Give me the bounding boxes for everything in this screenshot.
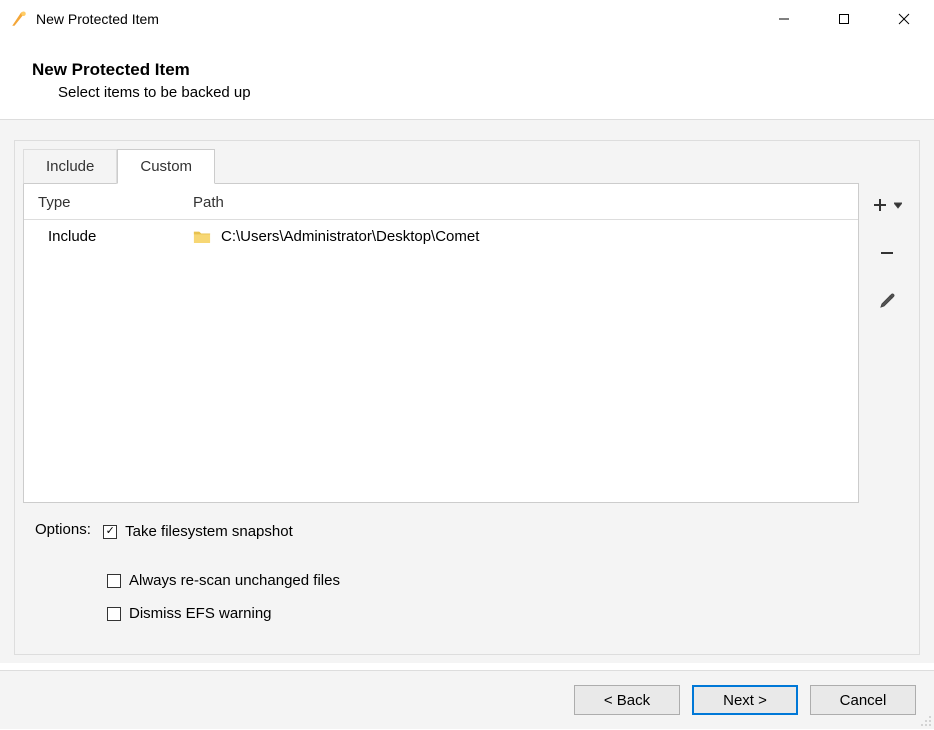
folder-icon bbox=[193, 229, 211, 245]
row-type: Include bbox=[38, 228, 193, 245]
table-row[interactable]: Include C:\Users\Administrator\Desktop\C… bbox=[24, 220, 858, 253]
edit-button[interactable] bbox=[879, 289, 895, 313]
row-path-text: C:\Users\Administrator\Desktop\Comet bbox=[221, 228, 479, 245]
tab-custom[interactable]: Custom bbox=[117, 149, 215, 184]
checkbox-efs[interactable] bbox=[107, 607, 121, 621]
side-actions bbox=[869, 183, 911, 503]
option-snapshot-label: Take filesystem snapshot bbox=[125, 523, 293, 540]
tab-include[interactable]: Include bbox=[23, 149, 117, 184]
options: Options: Take filesystem snapshot Always… bbox=[23, 521, 911, 622]
option-rescan-label: Always re-scan unchanged files bbox=[129, 572, 340, 589]
minimize-button[interactable] bbox=[754, 0, 814, 38]
chevron-down-icon bbox=[894, 201, 902, 209]
add-button[interactable] bbox=[872, 193, 902, 217]
window-controls bbox=[754, 0, 934, 38]
remove-button[interactable] bbox=[879, 241, 895, 265]
option-efs-label: Dismiss EFS warning bbox=[129, 605, 272, 622]
window-title: New Protected Item bbox=[36, 11, 754, 27]
checkbox-snapshot[interactable] bbox=[103, 525, 117, 539]
back-button[interactable]: < Back bbox=[574, 685, 680, 715]
row-path: C:\Users\Administrator\Desktop\Comet bbox=[193, 228, 844, 245]
items-table: Type Path Include C:\Users\Administrator… bbox=[23, 183, 859, 503]
page-subtitle: Select items to be backed up bbox=[32, 84, 902, 101]
tabs: Include Custom bbox=[23, 149, 911, 184]
main-frame: Include Custom Type Path Include C:\User… bbox=[14, 140, 920, 655]
table-header: Type Path bbox=[24, 184, 858, 220]
footer: < Back Next > Cancel bbox=[0, 670, 934, 729]
tab-content: Type Path Include C:\Users\Administrator… bbox=[23, 183, 911, 503]
close-button[interactable] bbox=[874, 0, 934, 38]
next-button[interactable]: Next > bbox=[692, 685, 798, 715]
wizard-header: New Protected Item Select items to be ba… bbox=[0, 38, 934, 119]
app-icon bbox=[10, 10, 28, 28]
resize-grip[interactable] bbox=[918, 713, 932, 727]
titlebar: New Protected Item bbox=[0, 0, 934, 38]
maximize-button[interactable] bbox=[814, 0, 874, 38]
checkbox-rescan[interactable] bbox=[107, 574, 121, 588]
page-title: New Protected Item bbox=[32, 60, 902, 80]
col-type-header[interactable]: Type bbox=[38, 194, 193, 211]
main-area: Include Custom Type Path Include C:\User… bbox=[0, 120, 934, 663]
options-label: Options: bbox=[35, 521, 99, 538]
cancel-button[interactable]: Cancel bbox=[810, 685, 916, 715]
col-path-header[interactable]: Path bbox=[193, 194, 844, 211]
